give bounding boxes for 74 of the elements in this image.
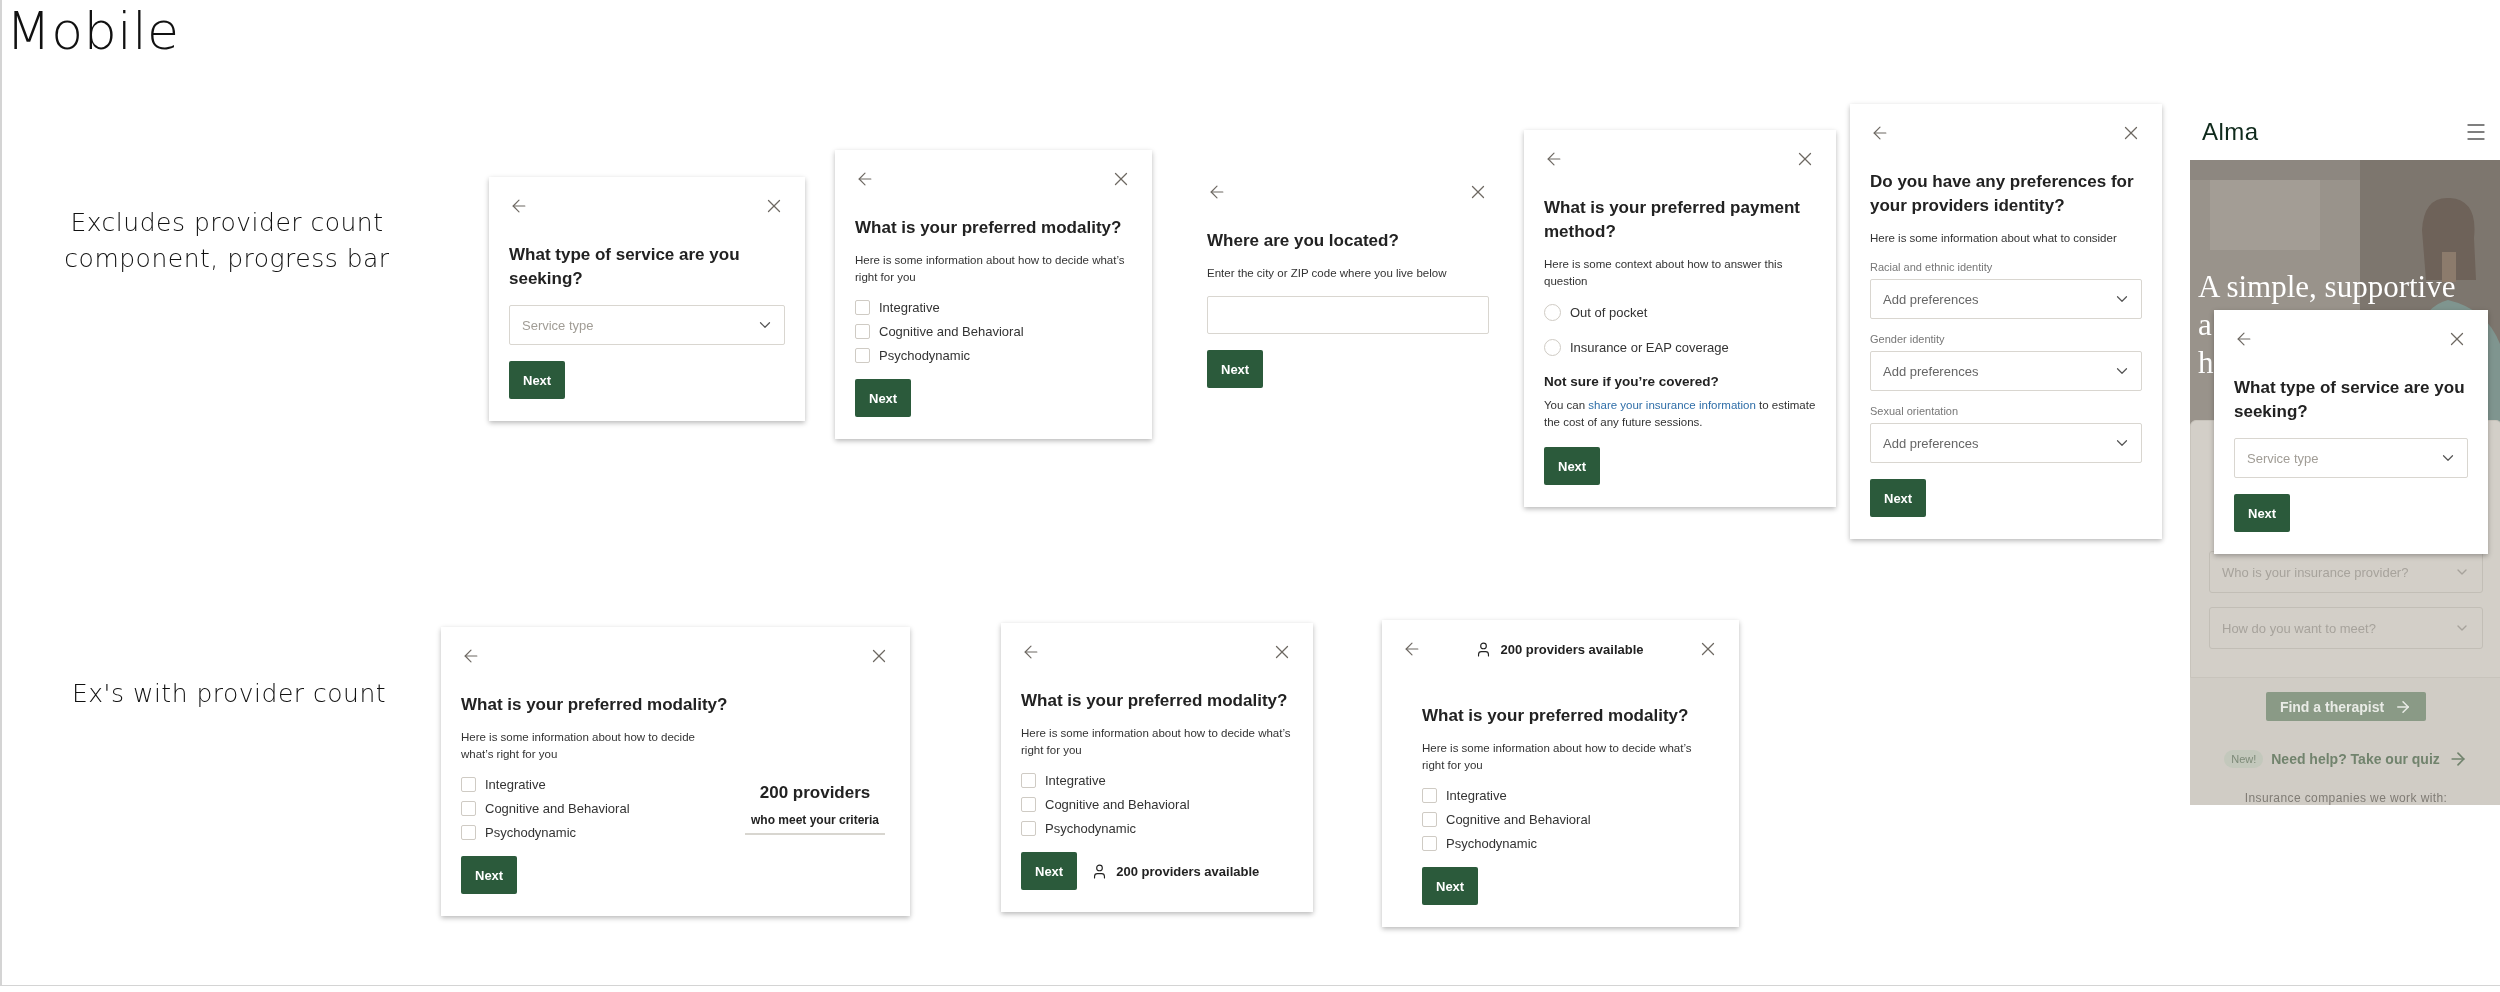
checkbox[interactable] xyxy=(855,324,870,339)
question-title: What is your preferred payment method? xyxy=(1544,197,1801,243)
question-description: Enter the city or ZIP code where you live below xyxy=(1207,266,1448,281)
question-description: Here is some information about what to consider xyxy=(1870,231,2118,246)
checkbox[interactable] xyxy=(1021,821,1036,836)
question-description: Here is some information about how to decide what’s right for you xyxy=(461,730,696,762)
checkbox-label: Integrative xyxy=(1446,788,1507,803)
question-description: Here is some context about how to answer this question xyxy=(1544,257,1784,289)
insurance-link[interactable]: share your insurance information xyxy=(1588,399,1756,411)
checkbox-label: Cognitive and Behavioral xyxy=(485,801,630,816)
hero-heading: a xyxy=(2198,306,2212,344)
checkbox-label: Cognitive and Behavioral xyxy=(1446,812,1591,827)
provider-count: 200 providers xyxy=(759,782,871,803)
field-label: Gender identity xyxy=(1870,333,1946,345)
provider-count: 200 providers available xyxy=(1116,863,1260,879)
question-title: Where are you located? xyxy=(1207,230,1400,252)
checkbox-label: Cognitive and Behavioral xyxy=(1045,797,1190,812)
checkbox[interactable] xyxy=(1422,788,1437,803)
checkbox-label: Integrative xyxy=(485,777,546,792)
field-label: Racial and ethnic identity xyxy=(1870,261,1994,273)
field-label: Sexual orientation xyxy=(1870,405,1960,417)
question-title: What is your preferred modality? xyxy=(1021,690,1289,712)
section-title: Mobile xyxy=(6,0,181,63)
checkbox-label: Psychodynamic xyxy=(1446,836,1538,851)
next-button[interactable]: Next xyxy=(509,361,566,399)
provider-count: 200 providers available xyxy=(1500,641,1644,657)
checkbox[interactable] xyxy=(461,801,476,816)
help-heading: Not sure if you’re covered? xyxy=(1544,374,1720,389)
hero-heading: A simple, supportive xyxy=(2198,268,2456,306)
checkbox[interactable] xyxy=(1021,773,1036,788)
next-button[interactable]: Next xyxy=(461,856,518,894)
question-title: What type of service are you seeking? xyxy=(2234,377,2466,423)
next-button[interactable]: Next xyxy=(1544,447,1601,485)
new-badge: New! xyxy=(2224,750,2264,768)
next-button[interactable]: Next xyxy=(855,379,912,417)
radio-label: Insurance or EAP coverage xyxy=(1570,340,1729,355)
logo[interactable]: Alma xyxy=(2202,118,2259,146)
checkbox-label: Integrative xyxy=(1045,773,1106,788)
question-title: What is your preferred modality? xyxy=(461,694,728,716)
checkbox[interactable] xyxy=(461,777,476,792)
question-description: Here is some information about how to decide what’s right for you xyxy=(1021,726,1292,758)
checkbox[interactable] xyxy=(1422,812,1437,827)
text-input-field[interactable] xyxy=(1207,296,1489,334)
checkbox-label: Psychodynamic xyxy=(485,825,577,840)
select-field[interactable]: Add preferences xyxy=(1870,423,2142,463)
question-description: Here is some information about how to decide what’s right for you xyxy=(855,253,1126,285)
checkbox-label: Psychodynamic xyxy=(1045,821,1137,836)
question-title: What is your preferred modality? xyxy=(855,217,1123,239)
question-description: Here is some information about how to decide what’s right for you xyxy=(1422,741,1693,773)
checkbox[interactable] xyxy=(855,300,870,315)
checkbox-label: Integrative xyxy=(879,300,940,315)
next-button[interactable]: Next xyxy=(1870,479,1927,517)
next-button[interactable]: Next xyxy=(1422,867,1479,905)
hero-heading: h xyxy=(2198,344,2214,382)
checkbox[interactable] xyxy=(461,825,476,840)
select-field[interactable]: Add preferences xyxy=(1870,351,2142,391)
annotation: Ex's with provider count xyxy=(72,678,388,710)
question-title: Do you have any preferences for your providers identity? xyxy=(1870,171,2135,217)
footnote: Insurance companies we work with: xyxy=(2244,791,2448,805)
next-button[interactable]: Next xyxy=(2234,494,2291,532)
provider-count-caption: who meet your criteria xyxy=(744,810,885,835)
checkbox-label: Psychodynamic xyxy=(879,348,971,363)
select-field[interactable]: Add preferences xyxy=(1870,279,2142,319)
help-text: You can share your insurance information to estimate the cost of any future sessions. xyxy=(1544,398,1816,430)
annotation: Excludes provider count component, progress bar xyxy=(63,207,391,276)
checkbox-label: Cognitive and Behavioral xyxy=(879,324,1024,339)
question-title: What type of service are you seeking? xyxy=(509,244,741,290)
next-button[interactable]: Next xyxy=(1207,350,1264,388)
checkbox[interactable] xyxy=(1021,797,1036,812)
checkbox[interactable] xyxy=(855,348,870,363)
next-button[interactable]: Next xyxy=(1021,852,1078,890)
radio-label: Out of pocket xyxy=(1570,305,1648,320)
question-title: What is your preferred modality? xyxy=(1422,705,1690,727)
checkbox[interactable] xyxy=(1422,836,1437,851)
